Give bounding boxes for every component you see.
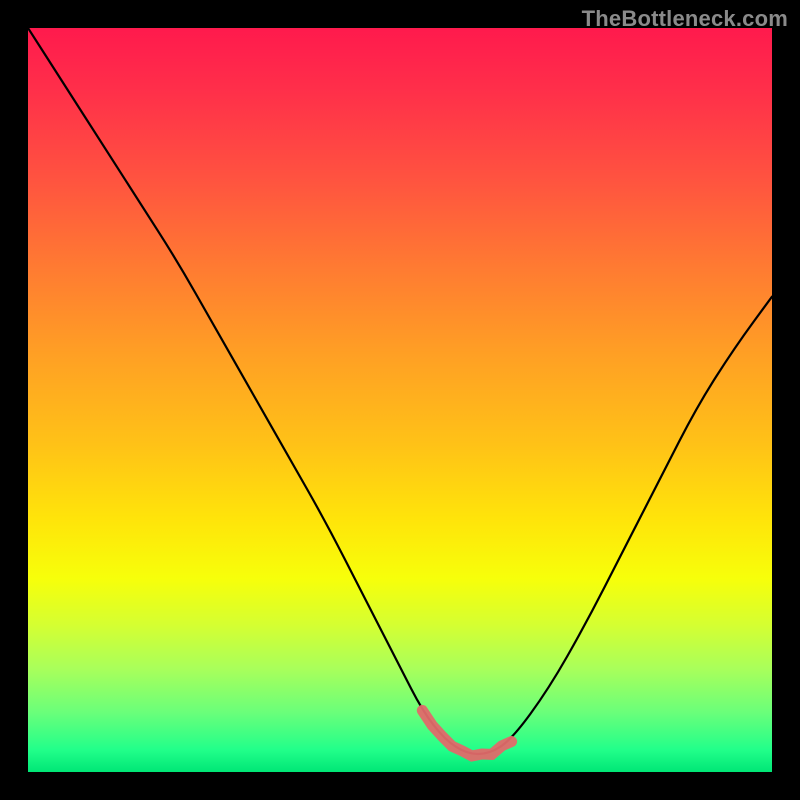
watermark-text: TheBottleneck.com bbox=[582, 6, 788, 32]
chart-svg bbox=[28, 28, 772, 772]
chart-frame: TheBottleneck.com bbox=[0, 0, 800, 800]
optimal-range-marker bbox=[422, 710, 511, 756]
bottleneck-curve bbox=[28, 28, 772, 754]
plot-area bbox=[28, 28, 772, 772]
